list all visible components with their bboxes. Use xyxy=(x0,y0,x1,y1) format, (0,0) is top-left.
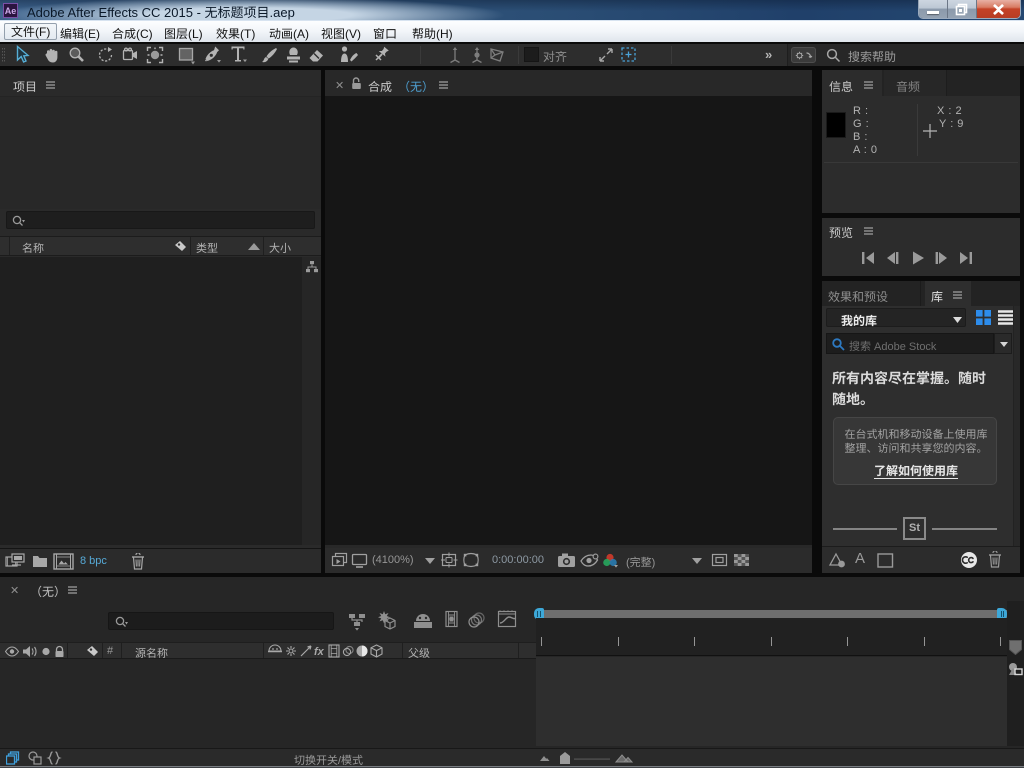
svg-text:fx: fx xyxy=(314,646,325,658)
